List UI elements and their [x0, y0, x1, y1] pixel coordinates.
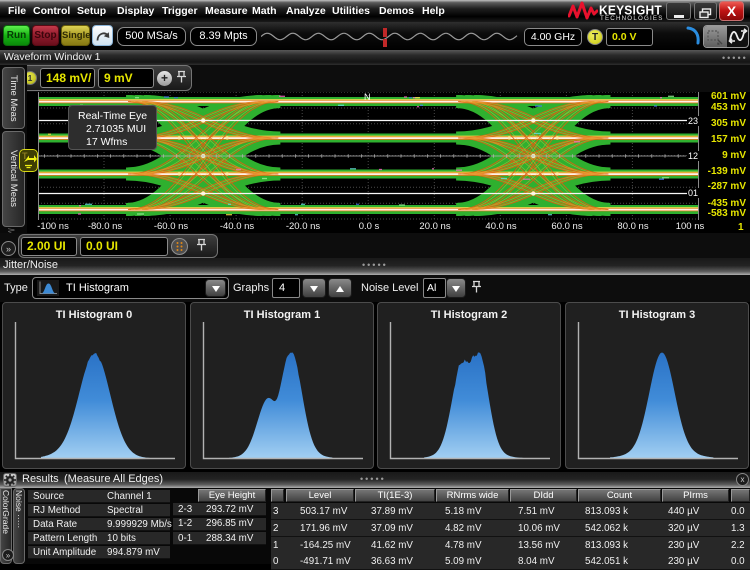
svg-text:N: N	[364, 92, 371, 102]
